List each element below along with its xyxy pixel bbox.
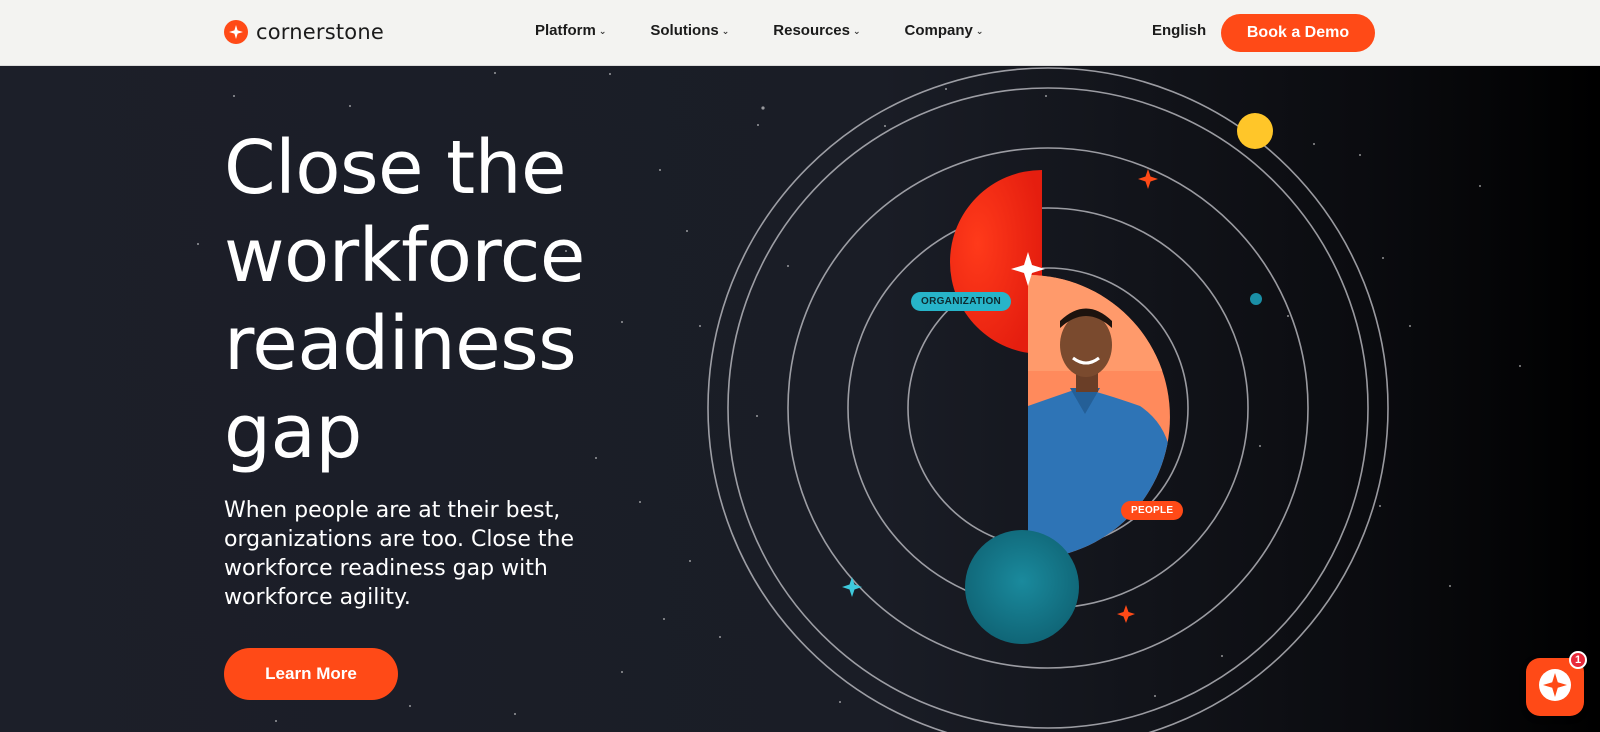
nav-item-company[interactable]: Company ⌄: [905, 22, 984, 39]
logo[interactable]: cornerstone: [224, 20, 384, 44]
people-tag: PEOPLE: [1121, 501, 1184, 520]
chevron-down-icon: ⌄: [721, 26, 730, 36]
hero-headline: Close the workforce readiness gap: [224, 125, 585, 475]
nav-item-label: Resources: [773, 22, 850, 39]
nav-item-solutions[interactable]: Solutions ⌄: [650, 22, 729, 39]
logo-text: cornerstone: [256, 20, 384, 44]
nav-item-resources[interactable]: Resources ⌄: [773, 22, 860, 39]
yellow-planet: [1237, 113, 1273, 149]
hero-section: Close the workforce readiness gap When p…: [0, 66, 1600, 732]
notification-badge: 1: [1569, 651, 1587, 669]
nav-item-label: Solutions: [650, 22, 719, 39]
learn-more-button[interactable]: Learn More: [224, 648, 398, 700]
site-header: cornerstone Platform ⌄ Solutions ⌄ Resou…: [0, 0, 1600, 66]
organization-tag: ORGANIZATION: [911, 292, 1012, 311]
chat-assistant-icon: [1538, 668, 1572, 707]
main-nav: Platform ⌄ Solutions ⌄ Resources ⌄ Compa…: [535, 22, 1027, 39]
language-selector[interactable]: English: [1152, 22, 1206, 39]
sparkle-icon: [1117, 605, 1135, 623]
teal-planet: [965, 530, 1079, 644]
nav-item-platform[interactable]: Platform ⌄: [535, 22, 606, 39]
chevron-down-icon: ⌄: [598, 26, 607, 36]
chevron-down-icon: ⌄: [852, 26, 861, 36]
chevron-down-icon: ⌄: [975, 26, 984, 36]
sparkle-icon: [842, 577, 862, 597]
cornerstone-star-icon: [224, 20, 248, 44]
teal-dot: [1250, 293, 1262, 305]
sparkle-icon: [1138, 169, 1158, 189]
book-demo-button[interactable]: Book a Demo: [1221, 14, 1375, 52]
hero-subtext: When people are at their best, organizat…: [224, 498, 574, 610]
nav-item-label: Platform: [535, 22, 596, 39]
nav-item-label: Company: [904, 22, 973, 39]
